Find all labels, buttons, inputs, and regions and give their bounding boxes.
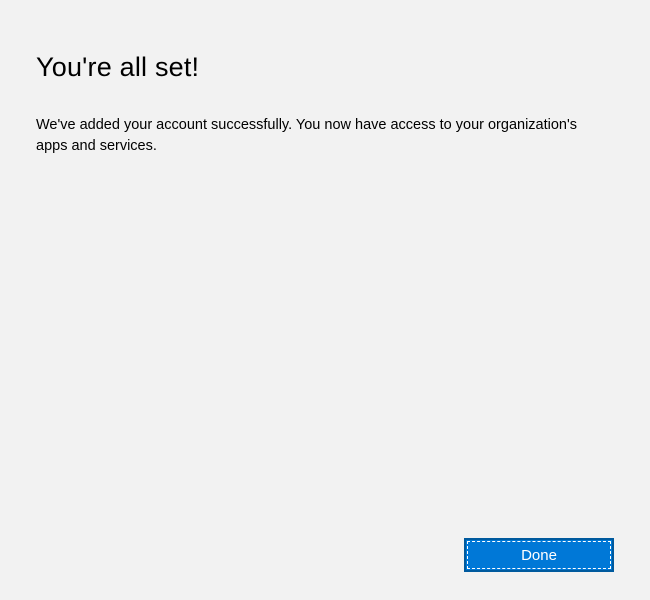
dialog-message: We've added your account successfully. Y…: [36, 115, 596, 157]
done-button[interactable]: Done: [464, 538, 614, 572]
dialog-title: You're all set!: [36, 52, 614, 83]
account-setup-complete-dialog: You're all set! We've added your account…: [0, 0, 650, 600]
button-row: Done: [464, 538, 614, 572]
